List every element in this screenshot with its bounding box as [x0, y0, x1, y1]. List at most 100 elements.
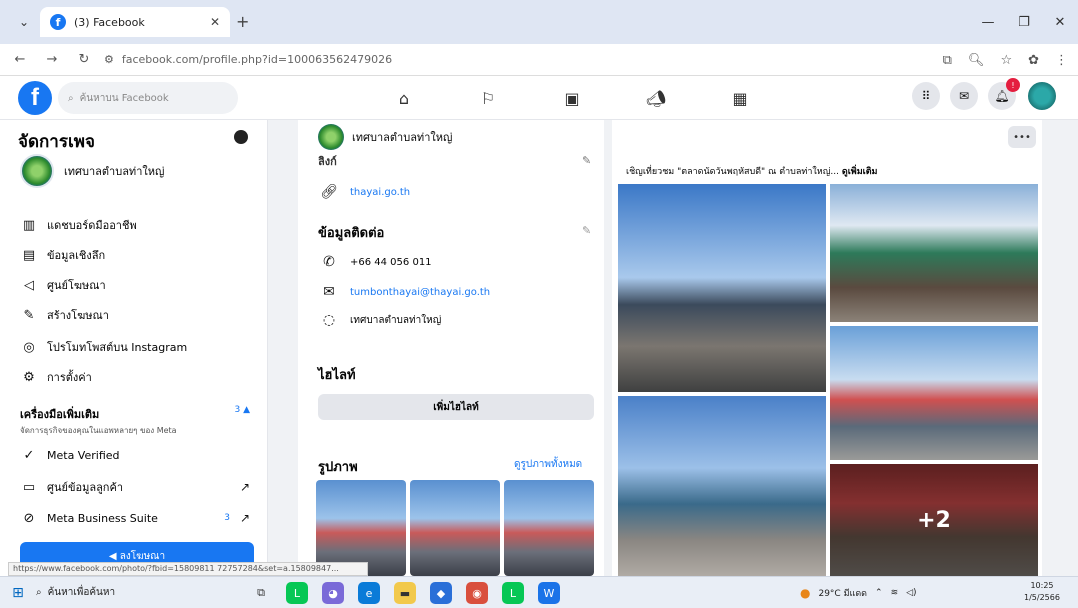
file-explorer-icon[interactable]: ▬	[394, 582, 416, 604]
store-app-icon[interactable]: ◆	[430, 582, 452, 604]
sidebar-item-settings[interactable]: ⚙ การตั้งค่า	[20, 368, 250, 386]
facebook-main-nav: ⌂ ⚐ ▣ 📣︎ ▦	[362, 76, 782, 120]
zoom-icon[interactable]: 🔍︎	[968, 53, 985, 68]
dashboard-icon[interactable]: ▣	[530, 89, 614, 108]
close-window-icon[interactable]: ✕	[1042, 0, 1078, 44]
forward-icon[interactable]: →	[40, 52, 64, 67]
edit-pencil-icon[interactable]: ✎	[582, 154, 591, 167]
profile-avatar[interactable]	[1026, 80, 1058, 112]
browser-tab-strip: ⌄ f (3) Facebook ✕ + — ❐ ✕	[0, 0, 1078, 44]
chevron-up-icon[interactable]: ⌃	[875, 588, 883, 598]
link-preview-status: https://www.facebook.com/photo/?fbid=158…	[8, 562, 368, 576]
facebook-right-controls: ⠿ ✉ 🔔︎!	[912, 78, 1058, 112]
website-row[interactable]: 🔗︎ thayai.go.th	[320, 184, 410, 200]
sidebar-item-instagram-promote[interactable]: ◎ โปรโมทโพสต์บน Instagram	[20, 338, 250, 356]
messenger-icon[interactable]: ✉	[950, 82, 978, 110]
line-app-icon[interactable]: L	[502, 582, 524, 604]
weather-text[interactable]: 29°C มีแดด	[818, 586, 867, 600]
search-placeholder: ค้นหาบน Facebook	[79, 92, 169, 104]
sidebar-item-ad-center[interactable]: ◁ ศูนย์โฆษณา	[20, 276, 250, 294]
sidebar-item-label: Meta Verified	[47, 448, 120, 462]
word-app-icon[interactable]: W	[538, 582, 560, 604]
market-photo[interactable]	[830, 326, 1038, 460]
sidebar-toggle-icon[interactable]	[234, 130, 248, 144]
email-row[interactable]: ✉ tumbonthayai@thayai.go.th	[320, 284, 490, 300]
windows-taskbar: ⊞ ⌕ ค้นหาเพื่อค้นหา ⧉ L ◕ e ▬ ◆ ◉ L W ● …	[0, 576, 1078, 608]
contact-info-title: ข้อมูลติดต่อ	[318, 226, 385, 241]
task-view-icon[interactable]: ⧉	[250, 582, 272, 604]
menu-grid-icon[interactable]: ⠿	[912, 82, 940, 110]
more-options-icon[interactable]: •••	[1008, 126, 1036, 148]
photo-thumbnail[interactable]	[410, 480, 500, 576]
reload-icon[interactable]: ↻	[72, 52, 96, 67]
edit-pencil-icon[interactable]: ✎	[582, 224, 591, 237]
notifications-bell-icon[interactable]: 🔔︎!	[988, 78, 1020, 110]
taskbar-search-text: ค้นหาเพื่อค้นหา	[47, 587, 116, 598]
market-photo[interactable]	[830, 184, 1038, 322]
sidebar-item-meta-verified[interactable]: ✓ Meta Verified	[20, 446, 250, 464]
post-card: เชิญเที่ยวชม "ตลาดนัดวันพฤหัสบดี" ณ ตำบล…	[612, 120, 1042, 576]
sidebar-item-label: โปรโมทโพสต์บน Instagram	[47, 341, 188, 354]
email-link[interactable]: tumbonthayai@thayai.go.th	[350, 287, 490, 298]
sidebar-page-profile[interactable]: เทศบาลตำบลท่าใหญ่	[20, 154, 164, 188]
calendar-icon[interactable]: ▦	[698, 89, 782, 108]
taskbar-clock[interactable]: 10:25 1/5/2566	[1024, 580, 1060, 604]
sidebar-item-label: ข้อมูลเชิงลึก	[47, 249, 106, 262]
edge-browser-icon[interactable]: e	[358, 582, 380, 604]
window-controls: — ❐ ✕	[970, 0, 1078, 44]
market-photo[interactable]	[618, 396, 826, 576]
restore-icon[interactable]: ❐	[1006, 0, 1042, 44]
chrome-browser-icon[interactable]: ◉	[466, 582, 488, 604]
back-icon[interactable]: ←	[8, 52, 32, 67]
ads-megaphone-icon[interactable]: 📣︎	[614, 89, 698, 108]
volume-icon[interactable]: ◁)	[906, 588, 916, 598]
sidebar-item-meta-business-suite[interactable]: ⊘ Meta Business Suite 3 ↗	[20, 509, 250, 527]
megaphone-icon: ◁	[24, 277, 34, 293]
insights-icon: ▤	[22, 247, 36, 263]
more-tools-title: เครื่องมือเพิ่มเติม	[20, 408, 100, 421]
sidebar-item-label: ศูนย์ข้อมูลลูกค้า	[47, 481, 124, 494]
market-photo[interactable]	[618, 184, 826, 392]
more-tools-section[interactable]: เครื่องมือเพิ่มเติม จัดการธุรกิจของคุณใน…	[20, 405, 250, 437]
url-field[interactable]: ⚙ facebook.com/profile.php?id=1000635624…	[104, 48, 984, 72]
photo-thumbnail[interactable]	[504, 480, 594, 576]
add-highlight-button[interactable]: เพิ่มไฮไลท์	[318, 394, 594, 420]
sidebar-item-create-ad[interactable]: ✎ สร้างโฆษณา	[20, 306, 250, 324]
line-app-icon[interactable]: L	[286, 582, 308, 604]
start-windows-icon[interactable]: ⊞	[0, 585, 36, 601]
search-icon: ⌕	[36, 587, 42, 598]
messenger-row[interactable]: ◌ เทศบาลตำบลท่าใหญ่	[320, 312, 441, 328]
wifi-icon[interactable]: ≋	[891, 588, 899, 598]
site-info-icon[interactable]: ⚙	[104, 53, 114, 66]
sidebar-item-insights[interactable]: ▤ ข้อมูลเชิงลึก	[20, 246, 250, 264]
facebook-search-input[interactable]: ⌕ ค้นหาบน Facebook	[58, 82, 238, 114]
home-icon[interactable]: ⌂	[362, 89, 446, 108]
extensions-icon[interactable]: ✿	[1028, 53, 1039, 68]
see-all-photos-link[interactable]: ดูรูปภาพทั้งหมด	[514, 457, 582, 472]
sidebar-item-dashboard[interactable]: ▥ แดชบอร์ดมืออาชีพ	[20, 216, 250, 234]
middle-page-header[interactable]: เทศบาลตำบลท่าใหญ่	[318, 124, 452, 150]
more-photos-overlay[interactable]: +2	[830, 464, 1038, 576]
tab-list-chevron-icon[interactable]: ⌄	[10, 8, 38, 36]
close-tab-icon[interactable]: ✕	[210, 15, 220, 29]
see-more-link[interactable]: ดูเพิ่มเติม	[842, 167, 878, 177]
install-app-icon[interactable]: ⧉	[943, 53, 952, 68]
verified-icon: ✓	[23, 447, 35, 463]
browser-menu-icon[interactable]: ⋮	[1055, 53, 1068, 68]
sidebar-item-label: Meta Business Suite	[47, 511, 158, 525]
sidebar-item-label: สร้างโฆษณา	[47, 309, 109, 322]
highlights-title: ไฮไลท์	[318, 368, 356, 383]
phone-row[interactable]: ✆ +66 44 056 011	[320, 254, 431, 270]
facebook-logo-icon[interactable]: f	[18, 81, 52, 115]
sidebar-item-customer-center[interactable]: ▭ ศูนย์ข้อมูลลูกค้า ↗	[20, 478, 250, 496]
new-tab-button[interactable]: +	[236, 12, 249, 31]
website-link[interactable]: thayai.go.th	[350, 187, 410, 198]
pages-flag-icon[interactable]: ⚐	[446, 89, 530, 108]
clock-date: 1/5/2566	[1024, 593, 1060, 602]
link-icon: 🔗︎	[320, 184, 338, 200]
app-icon[interactable]: ◕	[322, 582, 344, 604]
taskbar-search[interactable]: ⌕ ค้นหาเพื่อค้นหา	[36, 585, 186, 600]
bookmark-star-icon[interactable]: ☆	[1000, 53, 1012, 68]
browser-tab-facebook[interactable]: f (3) Facebook ✕	[40, 7, 230, 37]
minimize-icon[interactable]: —	[970, 0, 1006, 44]
